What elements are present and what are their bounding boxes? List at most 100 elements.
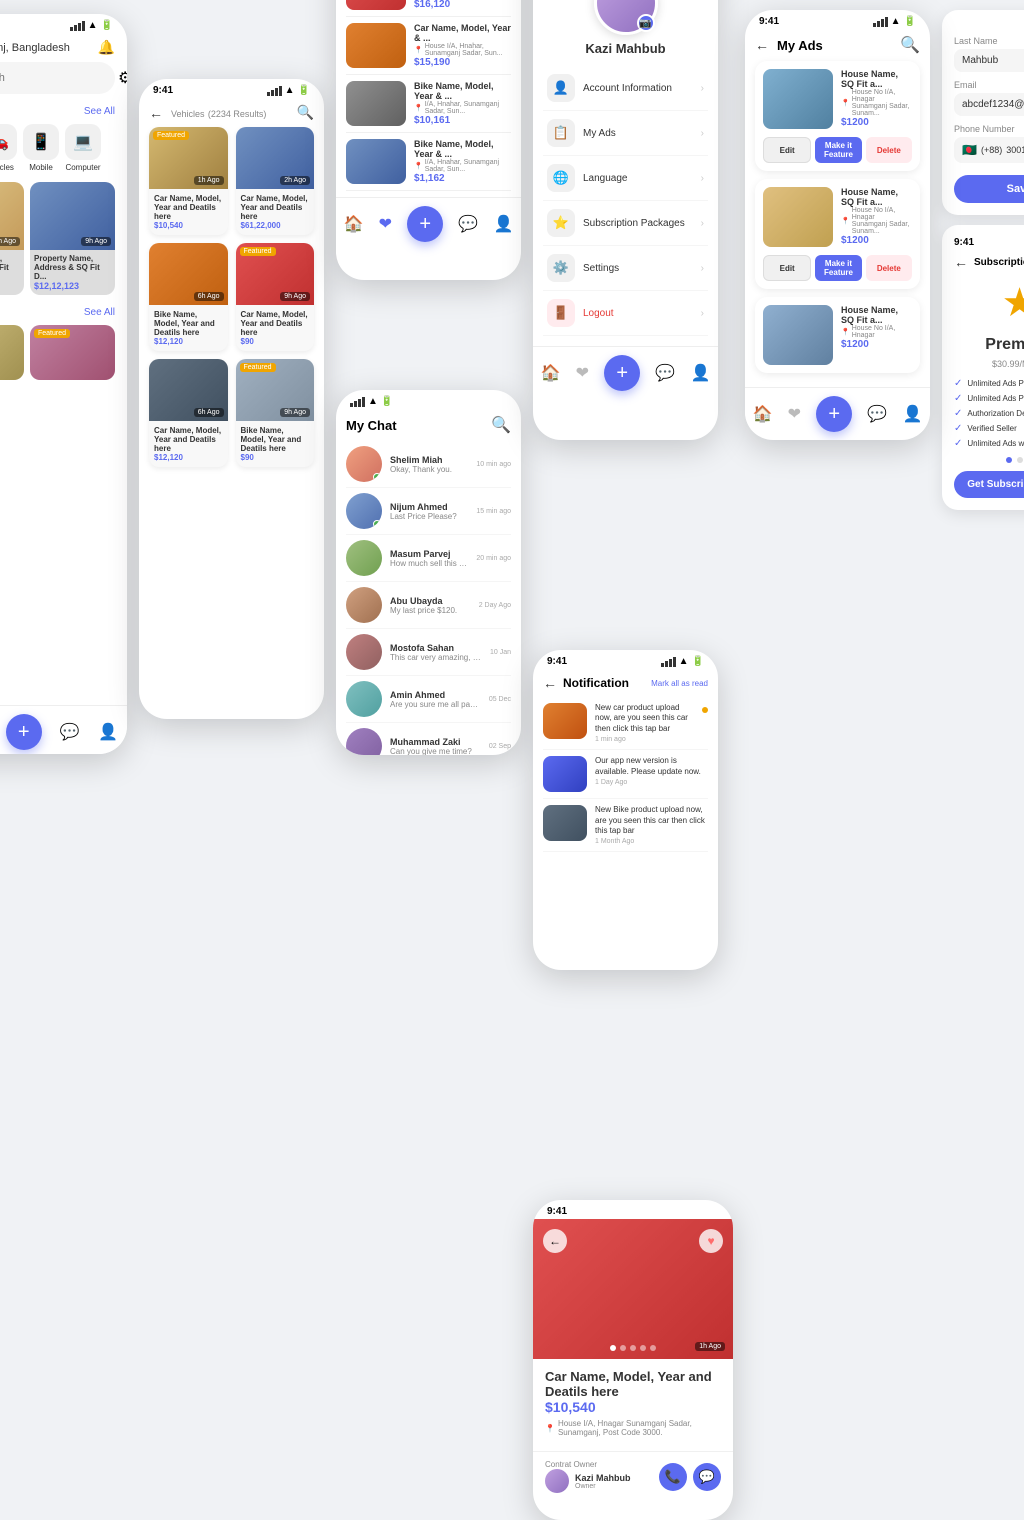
bookmark-3[interactable]: Car Name, Model, Year & ... 📍House I/A, … — [346, 17, 511, 75]
cat-mobile[interactable]: 📱 Mobile — [23, 124, 59, 172]
ad-card-1[interactable]: House Name, SQ Fit a... 📍House No I/A, H… — [755, 61, 920, 171]
notif-item-2[interactable]: Our app new version is available. Please… — [543, 750, 708, 799]
bottom-nav-bookmarks: 🏠 ❤ + 💬 👤 — [336, 197, 521, 246]
nav-fav-ads[interactable]: ❤ — [788, 404, 801, 424]
avatar-camera-badge[interactable]: 📷 — [637, 14, 655, 32]
chat-item-2[interactable]: Nijum Ahmed Last Price Please? 15 min ag… — [346, 488, 511, 535]
menu-ads[interactable]: 📋 My Ads › — [543, 111, 708, 156]
veh-item-6[interactable]: Featured 9h Ago Bike Name, Model, Year a… — [236, 359, 315, 467]
menu-settings[interactable]: ⚙️ Settings › — [543, 246, 708, 291]
sub-plan-name: Premium — [954, 336, 1024, 354]
notif-item-1[interactable]: New car product upload now, are you seen… — [543, 697, 708, 750]
nav-profile-home[interactable]: 👤 — [98, 722, 118, 742]
bookmark-5[interactable]: Bike Name, Model, Year & ... 📍I/A, Hnaha… — [346, 133, 511, 191]
chat-item-5[interactable]: Mostofa Sahan This car very amazing, I l… — [346, 629, 511, 676]
ad-card-2[interactable]: House Name, SQ Fit a... 📍House No I/A, H… — [755, 179, 920, 289]
back-btn-notif[interactable]: ← — [543, 675, 557, 691]
ad-edit-btn-2[interactable]: Edit — [763, 255, 811, 281]
ad-edit-btn-1[interactable]: Edit — [763, 137, 811, 163]
nav-add-p[interactable]: + — [604, 355, 640, 391]
cat-vehicles[interactable]: 🚗 Vehicles — [0, 124, 17, 172]
get-subscription-btn[interactable]: Get Subscription Now — [954, 471, 1024, 498]
menu-logout[interactable]: 🚪 Logout › — [543, 291, 708, 336]
veh-item-4[interactable]: Featured 9h Ago Car Name, Model, Year an… — [236, 243, 315, 351]
ads-search[interactable]: 🔍 — [900, 35, 920, 55]
chat-item-7[interactable]: Muhammad Zaki Can you give me time? 02 S… — [346, 723, 511, 755]
ad-feature-btn-1[interactable]: Make it Feature — [815, 137, 861, 163]
ad-delete-btn-1[interactable]: Delete — [866, 137, 912, 163]
nav-chat-home[interactable]: 💬 — [60, 722, 80, 742]
nav-add-ads[interactable]: + — [816, 396, 852, 432]
car-detail-favorite-btn[interactable]: ♥ — [699, 1229, 723, 1253]
nav-add[interactable]: + — [6, 714, 42, 750]
bookmark-4[interactable]: Bike Name, Model, Year & ... 📍I/A, Hnaha… — [346, 75, 511, 133]
nav-chat-p[interactable]: 💬 — [655, 363, 675, 383]
notif-time-3: 1 Month Ago — [595, 838, 708, 845]
veh-item-3[interactable]: 6h Ago Bike Name, Model, Year and Deatil… — [149, 243, 228, 351]
car-detail-back-btn[interactable]: ← — [543, 1229, 567, 1253]
prop-card-1[interactable]: Featured 7h Ago Property Name, Address &… — [0, 182, 24, 295]
status-bar-notif: 9:41 ▲ 🔋 — [533, 650, 718, 669]
veh-card-2[interactable]: Featured — [30, 325, 115, 380]
notification-bell[interactable]: 🔔 — [98, 39, 115, 56]
status-icons-ads: ▲ 🔋 — [873, 16, 916, 27]
chat-btn[interactable]: 💬 — [693, 1463, 721, 1491]
veh-card-1[interactable]: Featured — [0, 325, 24, 380]
subscription-panel: 9:41 ← Subscription Package ★ Premium $3… — [942, 225, 1024, 510]
cat-computer[interactable]: 💻 Computer — [65, 124, 101, 172]
menu-account[interactable]: 👤 Account Information › — [543, 66, 708, 111]
filter-icon[interactable]: ⚙ — [118, 68, 127, 88]
back-btn-vehicles[interactable]: ← — [149, 105, 163, 121]
menu-subscription-arrow: › — [701, 218, 704, 229]
chat-item-4[interactable]: Abu Ubayda My last price $120. 2 Day Ago — [346, 582, 511, 629]
veh-item-3-name: Bike Name, Model, Year and Deatils here — [154, 310, 223, 337]
chat-item-6[interactable]: Amin Ahmed Are you sure me all paper oka… — [346, 676, 511, 723]
search-bar[interactable]: 🔍 ⚙ — [0, 62, 115, 94]
phone-number: 3001234567 — [1006, 145, 1024, 155]
call-btn[interactable]: 📞 — [659, 1463, 687, 1491]
bookmark-price-4: $10,161 — [414, 115, 511, 126]
menu-subscription[interactable]: ⭐ Subscription Packages › — [543, 201, 708, 246]
ad-delete-btn-2[interactable]: Delete — [866, 255, 912, 281]
nav-bookmarks-bm[interactable]: ❤ — [379, 214, 392, 234]
veh-item-2[interactable]: 2h Ago Car Name, Model, Year and Deatils… — [236, 127, 315, 235]
nav-add-bm[interactable]: + — [407, 206, 443, 242]
search-input[interactable] — [0, 72, 112, 84]
nav-profile-p[interactable]: 👤 — [690, 363, 710, 383]
owner-section: Contrat Owner Kazi Mahbub Owner 📞 💬 — [533, 1451, 733, 1501]
phone-bookmarks: ▲ 🔋 Bookmarks 🔍 House Name, SQ Fit and .… — [336, 0, 521, 280]
chat-search[interactable]: 🔍 — [491, 415, 511, 435]
nav-profile-bm[interactable]: 👤 — [493, 214, 513, 234]
notif-item-3[interactable]: New Bike product upload now, are you see… — [543, 799, 708, 852]
nav-profile-ads[interactable]: 👤 — [902, 404, 922, 424]
prop-price-1: $21,32,000 — [0, 281, 20, 291]
ad-feature-btn-2[interactable]: Make it Feature — [815, 255, 861, 281]
bookmark-addr-5: 📍I/A, Hnahar, Sunamganj Sadar, Sun... — [414, 159, 511, 173]
category-see-all[interactable]: See All — [84, 106, 115, 117]
save-button[interactable]: Save — [954, 175, 1024, 203]
search-btn-vehicles[interactable]: 🔍 — [297, 104, 314, 121]
nav-home-ads[interactable]: 🏠 — [753, 404, 773, 424]
nav-fav-p[interactable]: ❤ — [576, 363, 589, 383]
chat-time-6: 05 Dec — [489, 696, 511, 703]
prop-card-2[interactable]: 9h Ago Property Name, Address & SQ Fit D… — [30, 182, 115, 295]
veh-item-5[interactable]: 6h Ago Car Name, Model, Year and Deatils… — [149, 359, 228, 467]
nav-chat-ads[interactable]: 💬 — [867, 404, 887, 424]
status-icons-home: ▲ 🔋 — [70, 20, 113, 31]
back-btn-sub[interactable]: ← — [954, 254, 968, 270]
check-5: ✓ — [954, 438, 962, 449]
menu-language[interactable]: 🌐 Language › — [543, 156, 708, 201]
chat-item-3[interactable]: Masum Parvej How much sell this last pri… — [346, 535, 511, 582]
nav-chat-bm[interactable]: 💬 — [458, 214, 478, 234]
ad-card-3[interactable]: House Name, SQ Fit a... 📍House No I/A, H… — [755, 297, 920, 373]
veh-item-1[interactable]: Featured 1h Ago Car Name, Model, Year an… — [149, 127, 228, 235]
vehicles-see-all[interactable]: See All — [84, 307, 115, 318]
bookmark-2[interactable]: Car Name, Model, Year & ... 📍House I/A, … — [346, 0, 511, 17]
nav-home-p[interactable]: 🏠 — [541, 363, 561, 383]
ad-info-2: House Name, SQ Fit a... 📍House No I/A, H… — [841, 187, 912, 247]
chat-item-1[interactable]: Shelim Miah Okay, Thank you. 10 min ago — [346, 441, 511, 488]
mark-all-btn[interactable]: Mark all as read — [651, 679, 708, 688]
phone-field[interactable]: 🇧🇩 (+88) 3001234567 — [954, 137, 1024, 163]
nav-home-bm[interactable]: 🏠 — [344, 214, 364, 234]
back-btn-ads[interactable]: ← — [755, 37, 769, 53]
